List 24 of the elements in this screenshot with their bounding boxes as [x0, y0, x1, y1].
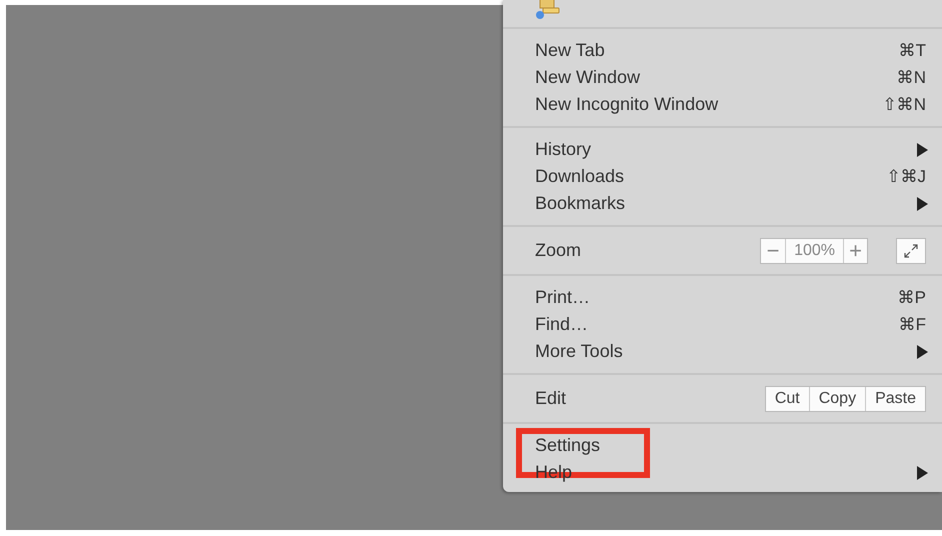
fullscreen-icon	[903, 242, 919, 258]
keyboard-shortcut: ⌘N	[896, 67, 926, 88]
edit-button[interactable]: Paste	[865, 386, 925, 410]
keyboard-shortcut: ⌘T	[898, 40, 926, 61]
keyboard-shortcut: ⌘F	[898, 314, 926, 335]
menu-label: Edit	[535, 388, 568, 409]
menu-item[interactable]: New Tab ⌘T	[503, 37, 942, 64]
keyboard-shortcut: ⌘P	[898, 287, 926, 308]
keyboard-shortcut: ⇧⌘J	[886, 166, 926, 187]
menu-item[interactable]: New Incognito Window ⇧⌘N	[503, 91, 942, 118]
menu-item[interactable]: History	[503, 136, 942, 163]
edit-button[interactable]: Copy	[808, 386, 866, 410]
zoom-level: 100%	[785, 238, 843, 262]
menu-item[interactable]: Print… ⌘P	[503, 284, 942, 311]
menu-item[interactable]: Bookmarks	[503, 190, 942, 217]
fullscreen-button[interactable]	[896, 238, 926, 264]
menu-item[interactable]: New Window ⌘N	[503, 64, 942, 91]
menu-item[interactable]: More Tools	[503, 338, 942, 365]
menu-item[interactable]: Settings	[503, 432, 942, 459]
menu-label: Zoom	[535, 240, 582, 261]
menu-item[interactable]: Downloads ⇧⌘J	[503, 163, 942, 190]
keyboard-shortcut: ⇧⌘N	[882, 94, 926, 115]
menu-item[interactable]: Find… ⌘F	[503, 311, 942, 338]
edit-button[interactable]: Cut	[766, 386, 809, 410]
